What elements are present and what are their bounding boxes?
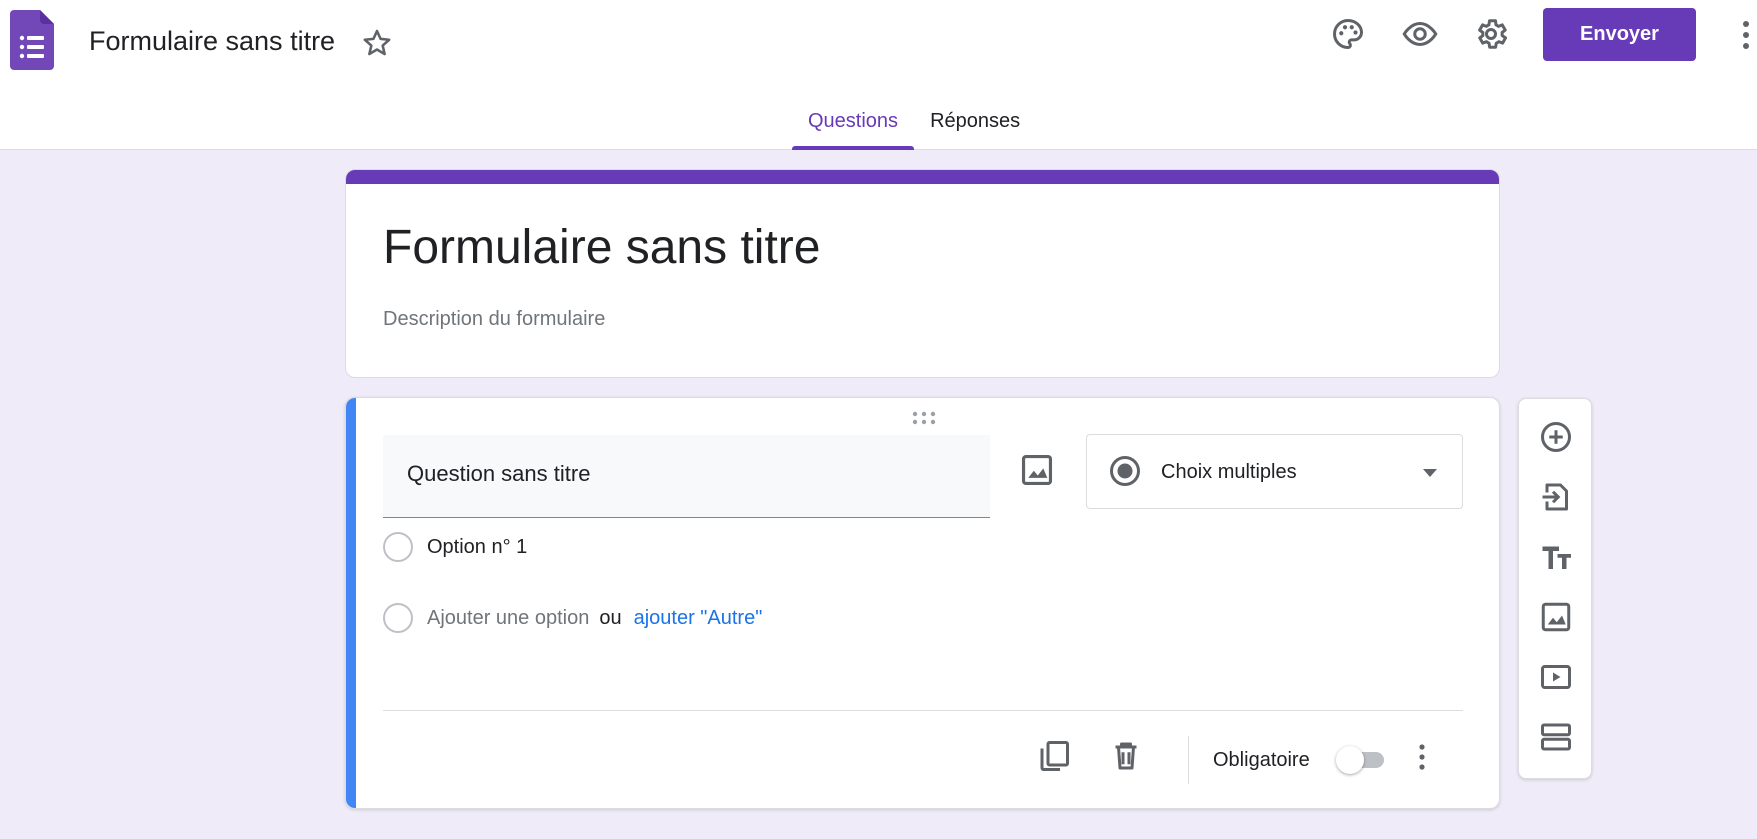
tab-questions[interactable]: Questions [792,95,915,150]
add-option-row: Ajouter une option ou ajouter "Autre" [383,600,762,636]
title-card-accent-bar [346,170,1499,184]
question-type-label: Choix multiples [1161,461,1297,483]
import-questions-icon[interactable] [1538,479,1574,515]
footer-divider [383,710,1463,711]
palette-icon[interactable] [1330,16,1366,52]
form-title[interactable]: Formulaire sans titre [383,220,820,275]
drag-handle-icon[interactable] [911,410,937,426]
option-label[interactable]: Option n° 1 [427,536,527,559]
add-image-icon[interactable] [1538,599,1574,635]
app-header: Formulaire sans titre Envoyer Questions … [0,0,1757,150]
option-row: Option n° 1 [383,529,527,565]
toggle-knob [1336,746,1364,774]
question-title-input[interactable]: Question sans titre [383,435,990,518]
add-option-link[interactable]: Ajouter une option [427,607,589,630]
add-question-icon[interactable] [1538,419,1574,455]
add-image-icon[interactable] [1018,451,1056,489]
radio-selected-icon [1107,453,1143,489]
forms-logo-icon[interactable] [10,10,54,70]
or-label: ou [599,606,622,629]
eye-icon[interactable] [1402,16,1438,52]
more-vert-icon[interactable] [1735,18,1757,52]
trash-icon[interactable] [1108,738,1144,774]
option-radio [383,532,413,562]
form-name[interactable]: Formulaire sans titre [89,26,335,57]
star-icon[interactable] [360,26,394,60]
option-radio [383,603,413,633]
duplicate-icon[interactable] [1036,738,1072,774]
more-vert-icon[interactable] [1411,740,1433,774]
tab-bar: Questions Réponses [792,95,1036,150]
tab-responses[interactable]: Réponses [914,95,1036,150]
send-button[interactable]: Envoyer [1543,8,1696,61]
required-toggle[interactable] [1336,746,1386,774]
add-section-icon[interactable] [1538,719,1574,755]
add-video-icon[interactable] [1538,659,1574,695]
gear-icon[interactable] [1473,16,1509,52]
active-card-indicator [346,398,356,808]
caret-down-icon [1420,463,1440,483]
question-type-dropdown[interactable]: Choix multiples [1086,434,1463,509]
floating-toolbar [1518,398,1592,779]
form-title-card[interactable]: Formulaire sans titre Description du for… [345,169,1500,378]
question-card[interactable]: Question sans titre Choix multiples Opti… [345,397,1500,809]
form-description-input[interactable]: Description du formulaire [383,308,605,331]
footer-separator [1188,736,1189,784]
required-label: Obligatoire [1213,749,1310,771]
add-other-link[interactable]: ajouter "Autre" [634,607,763,630]
add-title-icon[interactable] [1538,539,1574,575]
